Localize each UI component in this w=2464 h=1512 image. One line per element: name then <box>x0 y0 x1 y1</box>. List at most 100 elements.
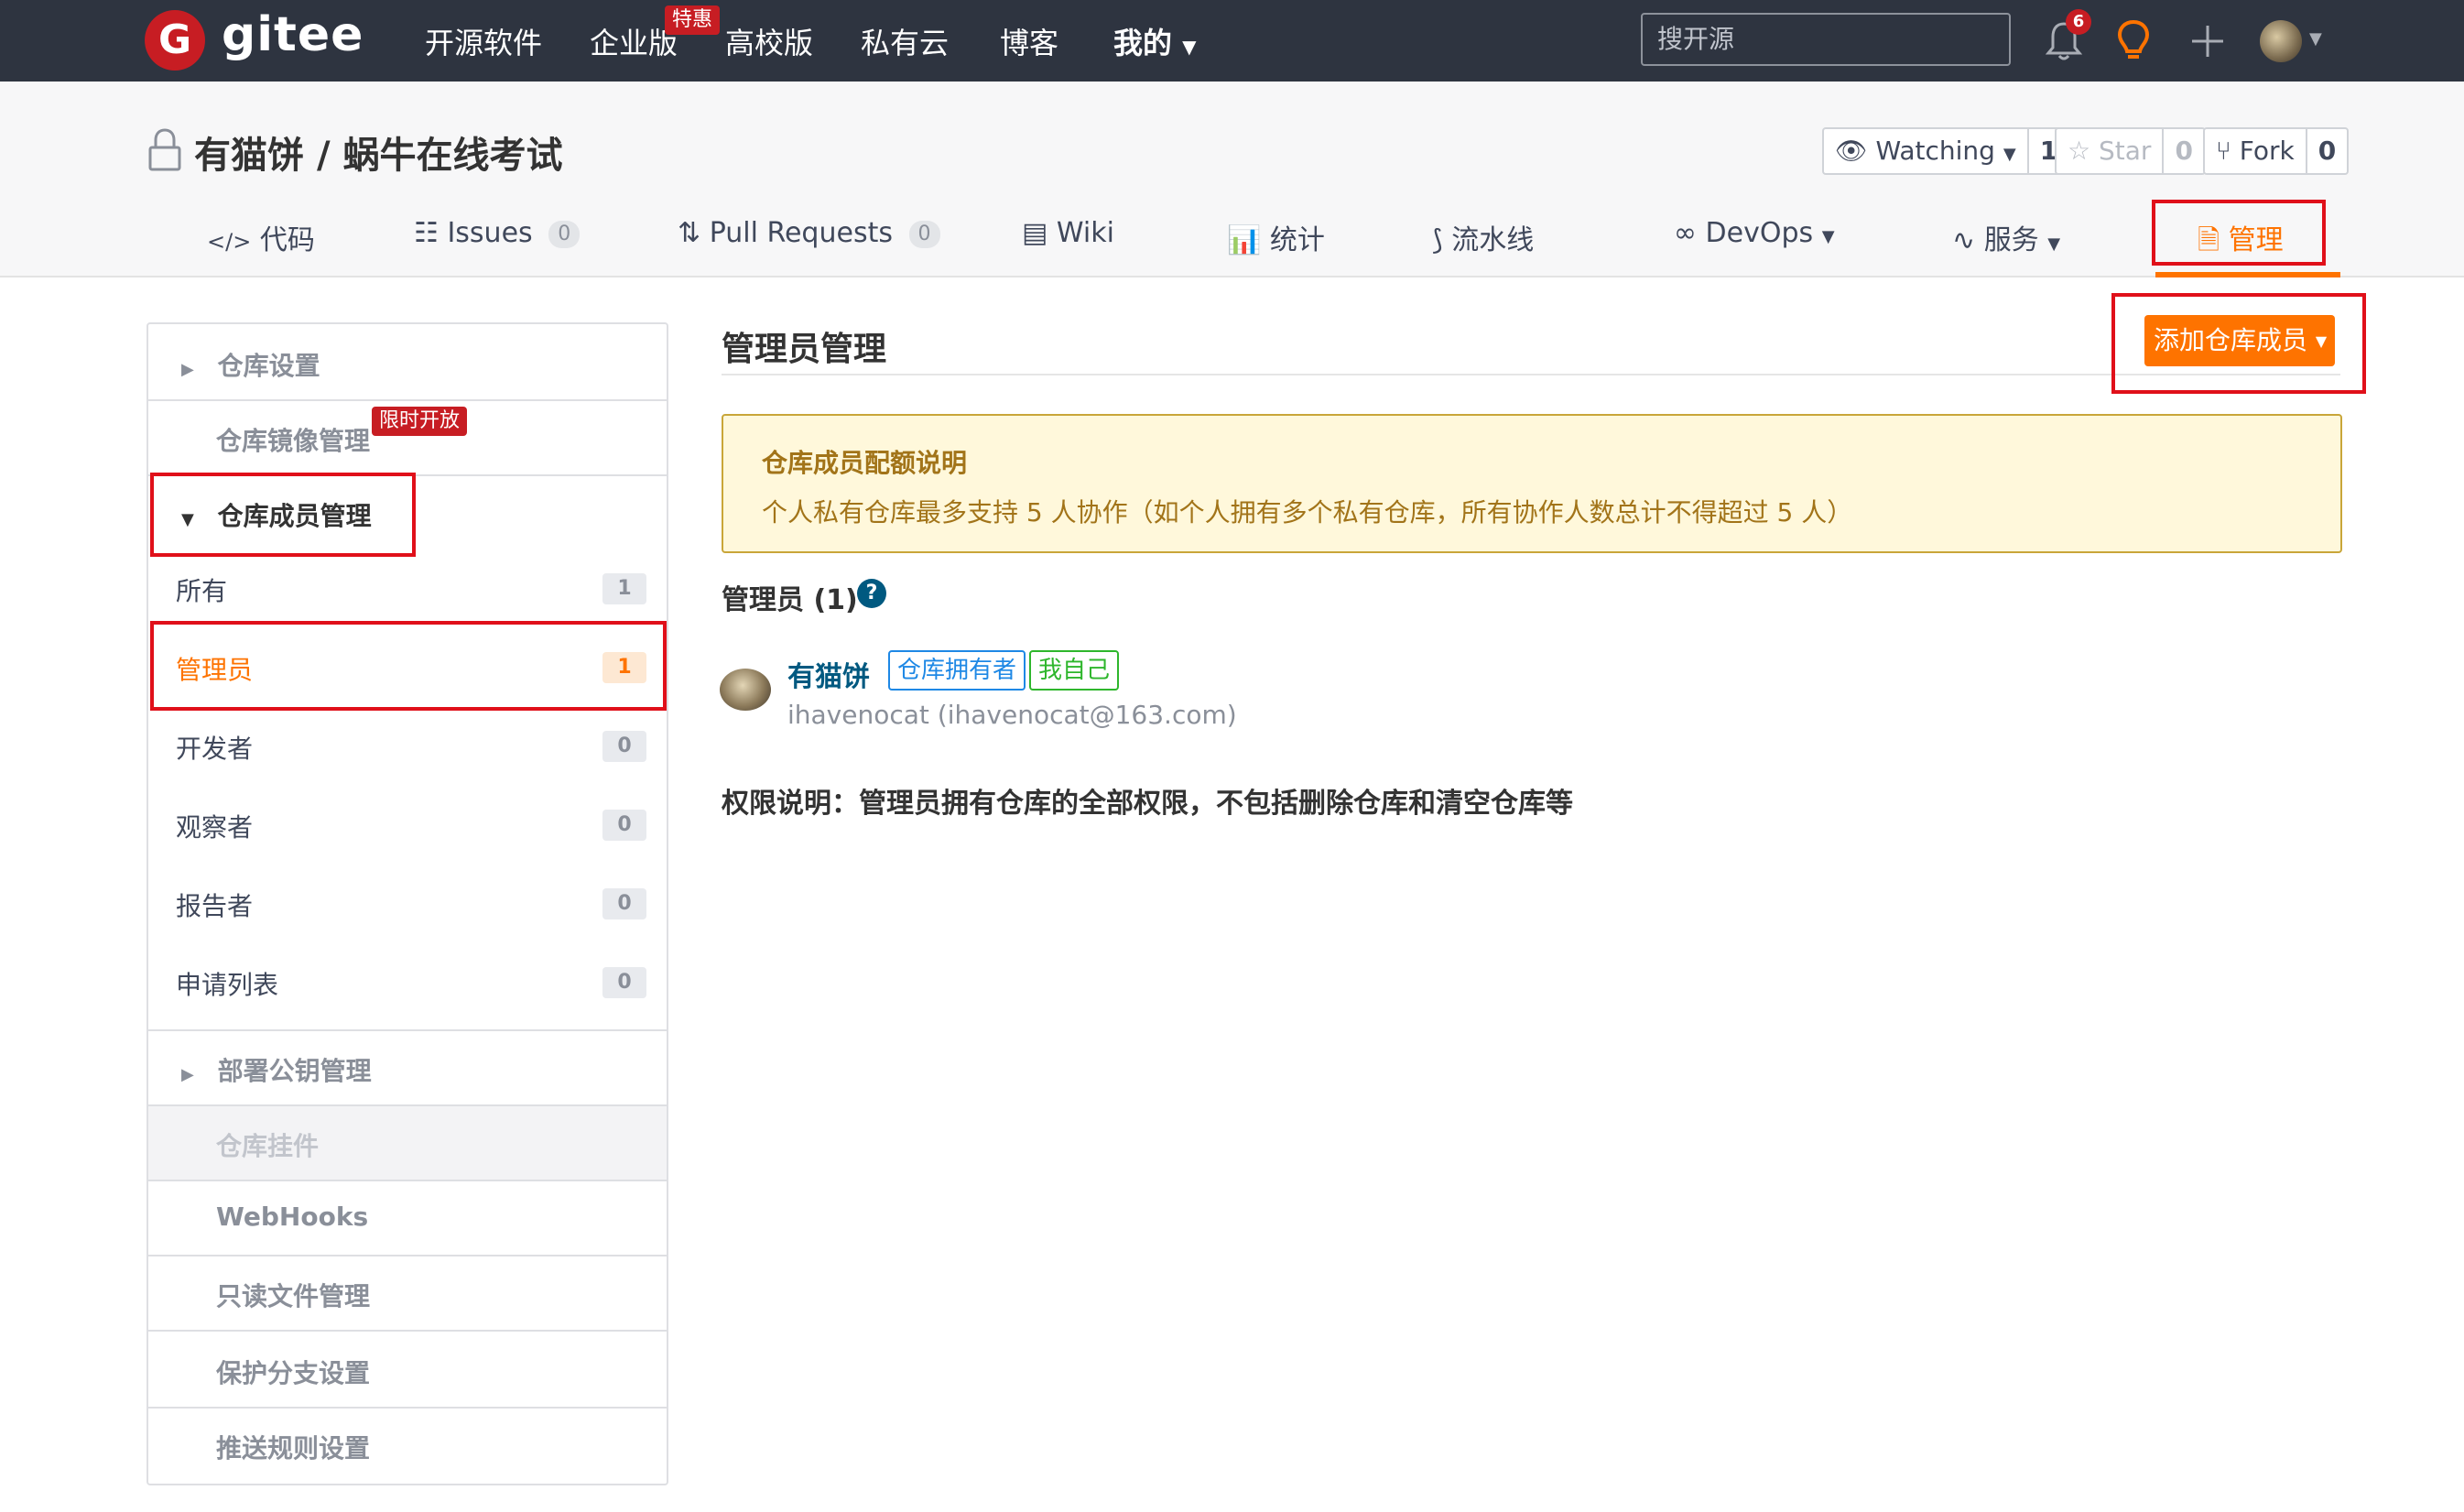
repo-separator: / <box>316 135 331 177</box>
caret-down-icon: ▼ <box>1182 36 1197 58</box>
active-tab-indicator <box>2155 272 2340 277</box>
permission-note: 权限说明：管理员拥有仓库的全部权限，不包括删除仓库和清空仓库等 <box>722 788 1573 820</box>
divider <box>148 1029 667 1031</box>
member-email: ihavenocat (ihavenocat@163.com) <box>787 700 1237 730</box>
issues-count: 0 <box>548 220 581 248</box>
tab-wiki-label: Wiki <box>1056 217 1114 249</box>
highlight-box-admins <box>150 621 667 711</box>
nav-open-source[interactable]: 开源软件 <box>425 20 542 62</box>
tab-wiki[interactable]: ▤ Wiki <box>1022 217 1114 249</box>
owner-tag: 仓库拥有者 <box>888 650 1026 691</box>
sidebar-item-webhooks[interactable]: WebHooks <box>216 1202 734 1232</box>
highlight-box-add-member <box>2111 293 2366 394</box>
sidebar-item-protected-branches[interactable]: 保护分支设置 <box>216 1354 734 1390</box>
divider <box>148 1255 667 1256</box>
fork-count[interactable]: 0 <box>2307 129 2347 173</box>
tab-pipeline[interactable]: ⟆ 流水线 <box>1432 217 1534 257</box>
notice-title: 仓库成员配额说明 <box>762 448 968 478</box>
highlight-box-manage-tab <box>2152 200 2326 266</box>
caret-down-icon: ▼ <box>2047 234 2061 254</box>
sidebar-item-deploy-keys-label: 部署公钥管理 <box>217 1056 372 1086</box>
repo-title: 有猫饼 / 蜗牛在线考试 <box>194 125 562 179</box>
user-avatar[interactable] <box>2260 20 2302 62</box>
sidebar-item-deploy-keys[interactable]: ▶ 部署公钥管理 <box>181 1051 700 1088</box>
fork-icon: ⑂ <box>2216 136 2231 166</box>
limited-open-badge: 限时开放 <box>372 407 468 436</box>
repo-name-link[interactable]: 蜗牛在线考试 <box>342 135 562 177</box>
sidebar-item-mirror[interactable]: 仓库镜像管理 <box>216 421 734 458</box>
book-icon: ▤ <box>1022 217 1048 249</box>
bar-chart-icon: 📊 <box>1227 224 1262 256</box>
help-question-icon[interactable]: ? <box>857 579 886 608</box>
quota-notice: 仓库成员配额说明 个人私有仓库最多支持 5 人协作（如个人拥有多个私有仓库，所有… <box>722 414 2342 553</box>
tab-devops[interactable]: ∞ DevOps ▼ <box>1674 217 1835 249</box>
highlight-box-members <box>150 473 416 557</box>
self-tag: 我自己 <box>1029 650 1120 691</box>
notice-description: 个人私有仓库最多支持 5 人协作（如个人拥有多个私有仓库，所有协作人数总计不得超… <box>762 497 1853 528</box>
page-title: 管理员管理 <box>722 331 887 368</box>
count-reporters: 0 <box>602 888 646 919</box>
sidebar-item-plugins[interactable]: 仓库挂件 <box>216 1126 734 1163</box>
pulse-icon: ∿ <box>1952 224 1976 256</box>
search-input[interactable]: 搜开源 <box>1641 13 2011 66</box>
gitee-logo-icon[interactable]: G <box>145 10 205 71</box>
tab-stats[interactable]: 📊 统计 <box>1227 217 1325 257</box>
tab-devops-label: DevOps <box>1705 217 1814 249</box>
watch-label: Watching <box>1875 136 1995 166</box>
sidebar-item-push-rules[interactable]: 推送规则设置 <box>216 1429 734 1465</box>
tab-services-label: 服务 <box>1983 224 2039 256</box>
star-icon: ☆ <box>2068 136 2091 166</box>
star-label: Star <box>2099 136 2152 166</box>
pull-request-icon: ⇅ <box>678 217 701 249</box>
lightbulb-icon[interactable] <box>2115 18 2152 64</box>
star-button[interactable]: ☆ Star <box>2057 129 2165 173</box>
plus-icon[interactable] <box>2190 24 2225 59</box>
star-button-group: ☆ Star 0 <box>2055 127 2206 175</box>
notification-count-badge: 6 <box>2066 9 2091 35</box>
sidebar-item-readonly-files[interactable]: 只读文件管理 <box>216 1277 734 1313</box>
divider <box>148 399 667 401</box>
divider <box>148 1407 667 1409</box>
star-count[interactable]: 0 <box>2164 129 2203 173</box>
fork-button[interactable]: ⑂ Fork <box>2205 129 2307 173</box>
count-observers: 0 <box>602 810 646 841</box>
tab-pull-requests[interactable]: ⇅ Pull Requests 0 <box>678 217 940 249</box>
tab-code[interactable]: </> 代码 <box>207 217 315 257</box>
gitee-logo-text[interactable]: gitee <box>222 7 364 62</box>
pull-requests-count: 0 <box>908 220 940 248</box>
divider <box>148 1330 667 1332</box>
caret-right-icon: ▶ <box>181 1065 194 1084</box>
count-all: 1 <box>602 573 646 604</box>
infinity-icon: ∞ <box>1674 217 1697 249</box>
nav-mine-label: 我的 <box>1113 26 1173 60</box>
member-name-link[interactable]: 有猫饼 <box>787 654 870 694</box>
divider <box>148 1180 667 1181</box>
member-avatar[interactable] <box>720 669 771 711</box>
count-applications: 0 <box>602 967 646 998</box>
tab-issues-label: Issues <box>447 217 533 249</box>
avatar-caret-down-icon[interactable]: ▼ <box>2309 29 2322 49</box>
sidebar-item-repo-settings[interactable]: ▶ 仓库设置 <box>181 346 700 383</box>
repo-header: 有猫饼 / 蜗牛在线考试 👁 Watching ▼ 1 ☆ Star 0 ⑂ F… <box>0 82 2464 277</box>
title-divider <box>722 374 2340 375</box>
tab-pull-requests-label: Pull Requests <box>709 217 893 249</box>
watch-button[interactable]: 👁 Watching ▼ <box>1824 129 2029 173</box>
top-navbar: G gitee 开源软件 企业版 特惠 高校版 私有云 博客 我的 ▼ 搜开源 … <box>0 0 2464 82</box>
caret-down-icon: ▼ <box>2003 145 2016 164</box>
count-developers: 0 <box>602 731 646 762</box>
tab-issues[interactable]: ☷ Issues 0 <box>414 217 581 249</box>
watch-button-group: 👁 Watching ▼ 1 <box>1822 127 2071 175</box>
tab-code-label: 代码 <box>259 224 315 256</box>
tab-stats-label: 统计 <box>1269 224 1325 256</box>
tab-services[interactable]: ∿ 服务 ▼ <box>1952 217 2060 257</box>
repo-owner-link[interactable]: 有猫饼 <box>194 135 304 177</box>
lock-icon <box>148 128 181 171</box>
fork-button-group: ⑂ Fork 0 <box>2203 127 2350 175</box>
nav-education[interactable]: 高校版 <box>725 20 813 62</box>
admins-section-title: 管理员 (1) <box>722 584 858 616</box>
fork-label: Fork <box>2239 136 2295 166</box>
nav-mine[interactable]: 我的 ▼ <box>1113 20 1197 62</box>
nav-blog[interactable]: 博客 <box>1000 20 1058 62</box>
nav-private-cloud[interactable]: 私有云 <box>861 20 949 62</box>
caret-down-icon: ▼ <box>1821 227 1835 246</box>
